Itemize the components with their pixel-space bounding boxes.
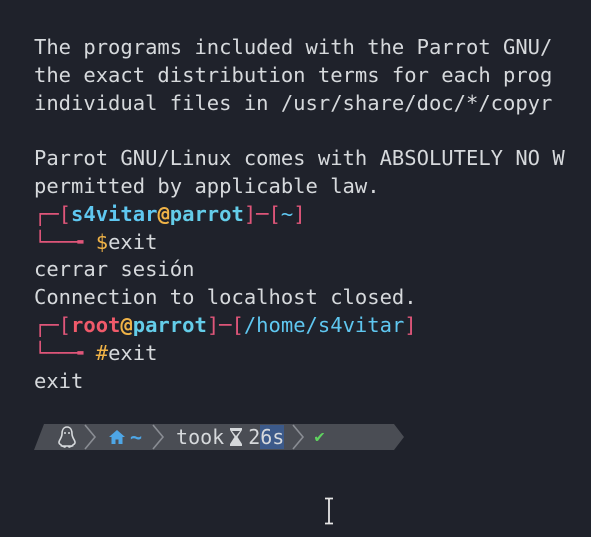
prompt-hostname: parrot: [169, 201, 244, 226]
prompt-header-root: ┌─[root@parrot]─[/home/s4vitar]: [34, 312, 417, 337]
prompt-path: ~: [280, 201, 294, 226]
output-line: permitted by applicable law.: [34, 173, 380, 198]
powerline-separator-icon: [84, 424, 97, 450]
status-segment: ✔: [314, 424, 324, 450]
prompt-command-line: └──╼ $exit: [34, 229, 591, 257]
prompt-username: root: [71, 312, 121, 337]
powerline-separator-icon: [292, 424, 305, 450]
terminal-output: The programs included with the Parrot GN…: [34, 34, 591, 395]
duration-digit: 2: [248, 425, 261, 449]
prompt-at: @: [120, 312, 133, 337]
output-line: cerrar sesión: [34, 257, 195, 282]
typed-command: exit: [108, 229, 158, 254]
prompt-command-line: └──╼ #exit: [34, 340, 591, 368]
duration-selected: 6s: [260, 425, 285, 449]
home-icon: [109, 430, 125, 444]
prompt-hostname: parrot: [132, 312, 207, 337]
check-icon: ✔: [314, 427, 325, 447]
hourglass-icon: [230, 428, 243, 446]
took-label: took: [176, 425, 225, 449]
powerline-status-bar: ~ took 2 6s ✔: [34, 424, 404, 450]
output-line: individual files in /usr/share/doc/*/cop…: [34, 90, 553, 115]
ibeam-cursor-icon: [325, 497, 333, 525]
timer-segment: took 2 6s: [176, 424, 285, 450]
prompt-at: @: [157, 201, 170, 226]
output-line: Parrot GNU/Linux comes with ABSOLUTELY N…: [34, 146, 565, 171]
typed-command: exit: [108, 340, 158, 365]
output-line: The programs included with the Parrot GN…: [34, 35, 553, 59]
prompt-header-user: ┌─[s4vitar@parrot]─[~]: [34, 201, 306, 226]
prompt-box-bottom: └──╼: [34, 340, 96, 365]
tux-icon: [58, 426, 76, 448]
prompt-path: /home/s4vitar: [243, 312, 405, 337]
os-segment: [56, 424, 78, 450]
prompt-box-corner: ┌─[: [34, 201, 72, 226]
output-line: the exact distribution terms for each pr…: [34, 62, 553, 87]
dir-segment: ~: [108, 424, 142, 450]
output-line: Connection to localhost closed.: [34, 285, 417, 310]
output-line: exit: [34, 368, 84, 393]
prompt-box-bottom: └──╼: [34, 229, 96, 254]
terminal-window[interactable]: The programs included with the Parrot GN…: [0, 0, 591, 537]
prompt-box-corner: ┌─[: [34, 312, 72, 337]
prompt-symbol: $: [95, 229, 109, 254]
prompt-username: s4vitar: [71, 201, 158, 226]
current-dir: ~: [130, 425, 143, 449]
powerline-separator-icon: [152, 424, 165, 450]
prompt-symbol: #: [95, 340, 109, 365]
